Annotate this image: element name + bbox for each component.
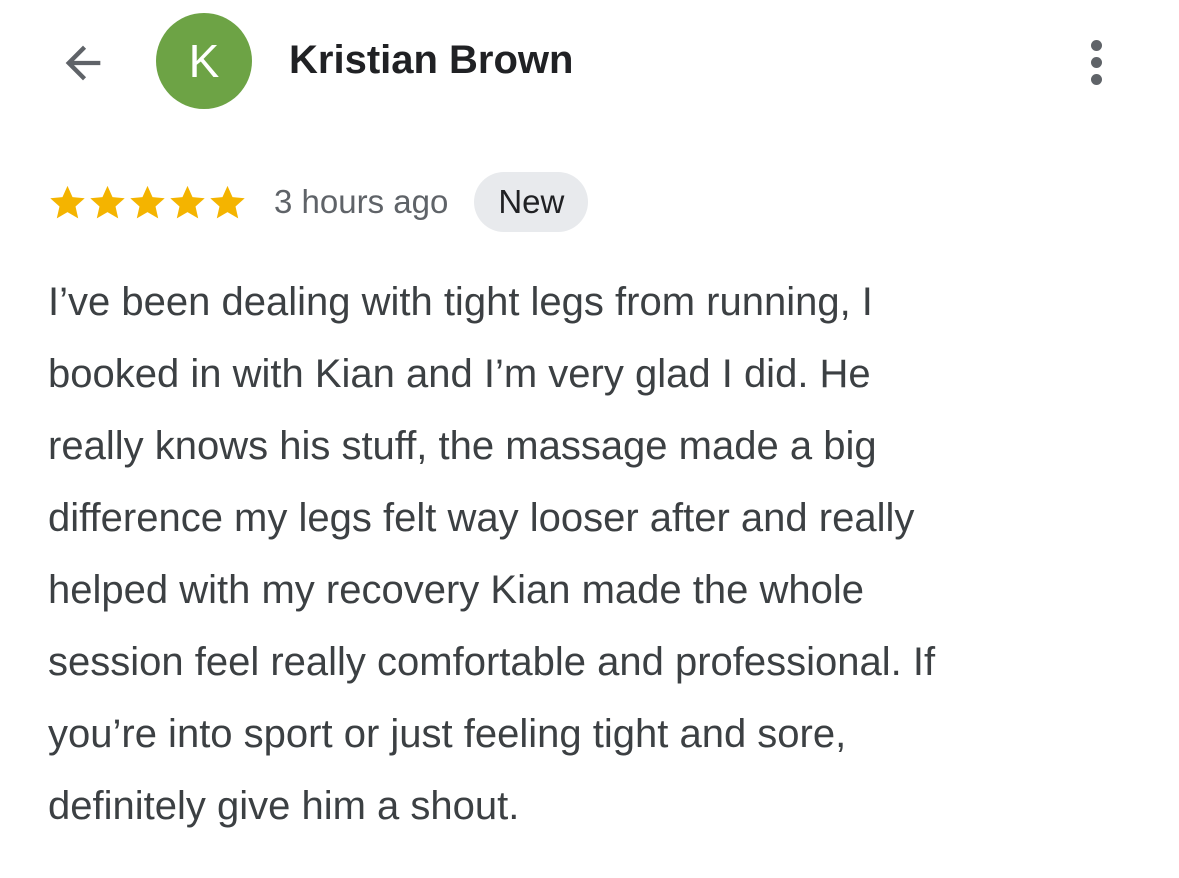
- star-rating: [48, 183, 247, 222]
- avatar-initial: K: [188, 35, 220, 87]
- more-vert-icon-dot: [1090, 39, 1102, 51]
- star-icon: [170, 185, 205, 218]
- author-name[interactable]: Kristian Brown: [289, 38, 573, 83]
- more-vert-icon-dot: [1090, 56, 1102, 68]
- back-button[interactable]: [52, 32, 114, 94]
- avatar[interactable]: K: [156, 13, 252, 109]
- more-vert-icon-dot: [1090, 73, 1102, 85]
- review-text: I’ve been dealing with tight legs from r…: [48, 280, 936, 828]
- star-icon: [210, 185, 245, 218]
- review-time: 3 hours ago: [274, 183, 449, 220]
- star-icon: [50, 185, 85, 218]
- review-header: K Kristian Brown: [0, 0, 1179, 125]
- star-icon: [90, 185, 125, 218]
- review-meta: 3 hours ago New: [48, 172, 589, 232]
- arrow-back-icon: [65, 45, 101, 81]
- new-badge: New: [474, 172, 589, 232]
- more-options-button[interactable]: [1072, 32, 1120, 92]
- star-icon: [130, 185, 165, 218]
